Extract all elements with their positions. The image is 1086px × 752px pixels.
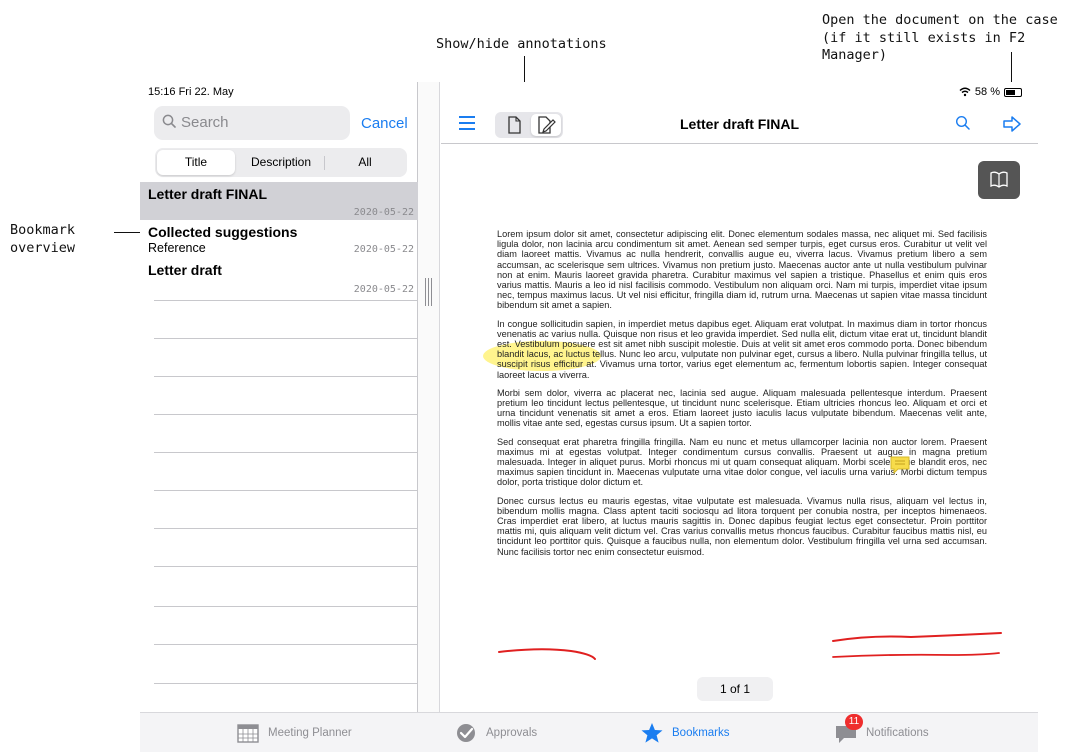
bookmark-date: 2020-05-22: [353, 244, 414, 255]
callout-bookmark-overview-line2: overview: [10, 240, 76, 256]
paragraph: Morbi sem dolor, viverra ac placerat nec…: [497, 387, 987, 429]
approval-check-icon: [457, 724, 475, 742]
list-separator: [154, 338, 418, 339]
search-scope-control: Title Description All: [155, 148, 407, 177]
search-placeholder: Search: [181, 114, 229, 131]
bookmark-description: Reference: [148, 241, 206, 255]
status-indicators: 58 %: [959, 86, 1022, 98]
document-page: Lorem ipsum dolor sit amet, consectetur …: [497, 229, 987, 565]
list-separator: [154, 414, 418, 415]
bookmark-date: 2020-05-22: [353, 284, 414, 295]
list-separator: [154, 528, 418, 529]
list-separator: [154, 300, 418, 301]
battery-percent: 58 %: [974, 86, 1000, 98]
segment-all[interactable]: All: [325, 150, 405, 175]
note-annotation-icon[interactable]: [890, 456, 910, 474]
wifi-icon: [959, 87, 971, 97]
list-separator: [154, 452, 418, 453]
list-separator: [154, 644, 418, 645]
page-indicator: 1 of 1: [697, 677, 773, 701]
list-separator: [154, 490, 418, 491]
open-in-case-arrow-icon[interactable]: [1002, 114, 1022, 134]
search-icon[interactable]: [955, 115, 971, 131]
document-viewer[interactable]: Lorem ipsum dolor sit amet, consectetur …: [441, 145, 1038, 712]
split-view-divider[interactable]: [418, 82, 440, 712]
callout-open-document-line2: (if it still exists in F2 Manager): [822, 30, 1026, 63]
paragraph: Lorem ipsum dolor sit amet, consectetur …: [497, 229, 987, 311]
chat-bubble-icon: 11: [834, 714, 863, 744]
star-icon: [641, 723, 663, 743]
tab-label: Meeting Planner: [268, 727, 352, 739]
search-icon: [162, 114, 176, 128]
battery-icon: [1004, 87, 1022, 97]
callout-open-document-line1: Open the document on the case: [822, 12, 1058, 28]
callout-bookmark-overview-line1: Bookmark: [10, 222, 76, 238]
callout-show-hide-annotations: Show/hide annotations: [436, 36, 607, 52]
tab-label: Approvals: [486, 727, 538, 739]
list-separator: [154, 376, 418, 377]
segment-title[interactable]: Title: [157, 150, 235, 175]
status-time-date: 15:16 Fri 22. May: [148, 86, 234, 98]
search-input[interactable]: Search: [154, 106, 350, 140]
paragraph: Sed consequat erat pharetra fringilla fr…: [497, 436, 987, 488]
tab-bar: Meeting Planner Approvals Bookmarks 11 N…: [140, 712, 1038, 752]
tab-meeting-planner[interactable]: Meeting Planner: [236, 721, 352, 745]
ipad-screen: 15:16 Fri 22. May Search Cancel Title De…: [140, 82, 1038, 752]
tab-approvals[interactable]: Approvals: [454, 721, 537, 745]
bookmark-title: Letter draft FINAL: [148, 186, 267, 202]
bookmark-title: Collected suggestions: [148, 224, 298, 240]
bookmark-date: 2020-05-22: [353, 207, 414, 218]
list-separator: [154, 566, 418, 567]
paragraph: In congue sollicitudin sapien, in imperd…: [497, 318, 987, 380]
tab-label: Notifications: [866, 727, 929, 739]
segment-description[interactable]: Description: [239, 150, 323, 175]
paragraph: Donec cursus lectus eu mauris egestas, v…: [497, 495, 987, 557]
bookmark-sidebar: 15:16 Fri 22. May Search Cancel Title De…: [140, 82, 418, 712]
tab-label: Bookmarks: [672, 727, 730, 739]
tab-notifications[interactable]: 11 Notifications: [834, 714, 929, 745]
bookmark-title: Letter draft: [148, 262, 222, 278]
list-separator: [154, 683, 418, 684]
calendar-icon: [237, 724, 259, 743]
document-title: Letter draft FINAL: [680, 116, 799, 132]
bookmark-item-letter-draft-final[interactable]: Letter draft FINAL 2020-05-22: [140, 182, 418, 220]
cancel-button[interactable]: Cancel: [361, 115, 408, 132]
drag-handle[interactable]: [425, 278, 433, 306]
reader-mode-button[interactable]: [978, 161, 1020, 199]
document-panel: 58 % Letter draft FINAL Lorem ipsum dolo…: [441, 82, 1038, 712]
bookmark-item-collected-suggestions[interactable]: Collected suggestions Reference 2020-05-…: [140, 222, 418, 260]
search-row: Search Cancel: [154, 106, 414, 140]
book-icon: [990, 171, 1008, 188]
tab-bookmarks[interactable]: Bookmarks: [640, 721, 730, 745]
document-toolbar: Letter draft FINAL: [441, 104, 1038, 144]
notification-badge: 11: [845, 714, 863, 730]
list-separator: [154, 606, 418, 607]
bookmark-item-letter-draft[interactable]: Letter draft 2020-05-22: [140, 260, 418, 300]
